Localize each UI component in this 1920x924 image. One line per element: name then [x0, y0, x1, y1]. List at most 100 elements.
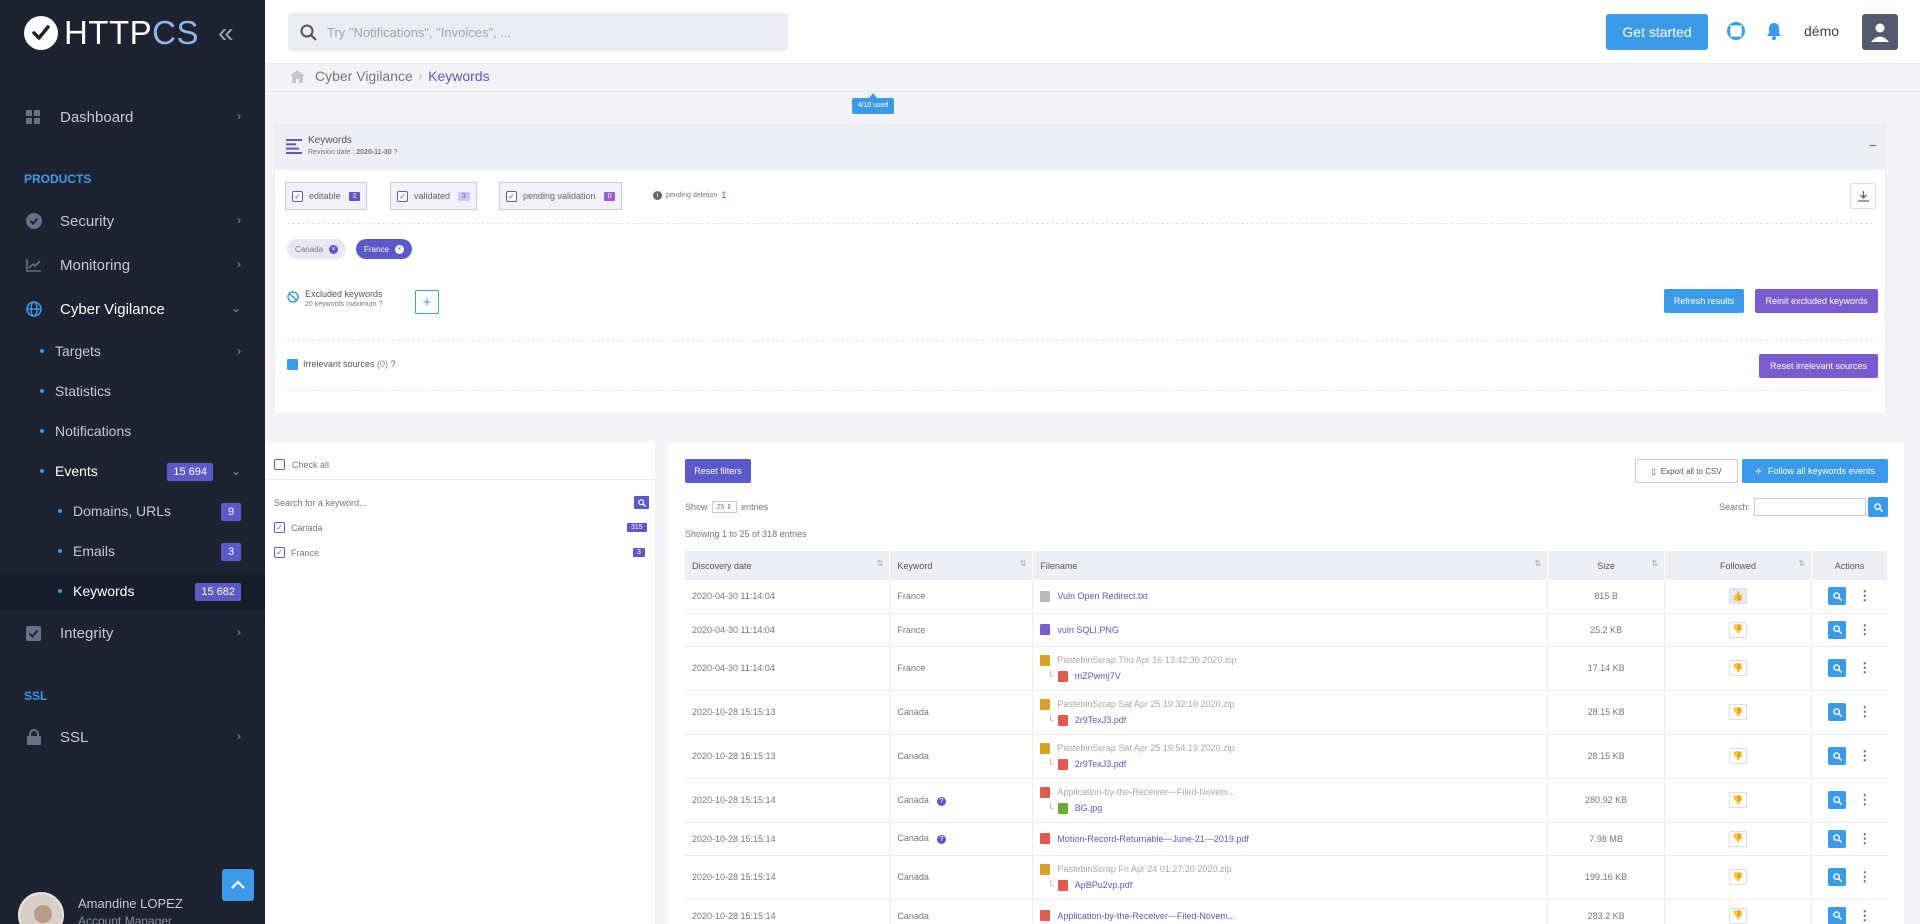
view-button[interactable] [1828, 659, 1847, 677]
table-row[interactable]: 2020-10-28 15:15:14 Canada? Application-by… [685, 778, 1888, 823]
more-icon[interactable]: ⋮ [1858, 792, 1871, 808]
sidebar-item-monitoring[interactable]: Monitoring › [0, 245, 265, 285]
keyword-filter-france[interactable]: ✓ France [274, 547, 319, 558]
page-size-select[interactable]: 25 ⇕ [711, 501, 738, 513]
bell-icon[interactable] [1766, 22, 1782, 43]
table-row[interactable]: 2020-10-28 15:15:13 Canada PastebinScrap S… [685, 690, 1888, 735]
view-button[interactable] [1828, 868, 1847, 886]
sidebar-item-dashboard[interactable]: Dashboard › [0, 97, 265, 137]
view-button[interactable] [1828, 829, 1847, 848]
scroll-top-button[interactable] [222, 869, 254, 901]
table-row[interactable]: 2020-10-28 15:15:14 Canada Application-by-… [685, 899, 1888, 924]
filename[interactable]: PastebinScrap Sat Apr 25 19:32:10 2020.z… [1057, 699, 1234, 709]
thumb-icon[interactable]: 👎 [1729, 660, 1748, 676]
reset-filters-button[interactable]: Reset filters [685, 459, 751, 483]
filename[interactable]: Motion-Record-Returnable---June-21---201… [1057, 834, 1249, 844]
filename[interactable]: PastebinScrap Fri Apr 24 01:27:20 2020.z… [1057, 864, 1231, 874]
sidebar-item-ssl[interactable]: SSL › [0, 717, 265, 757]
sidebar-item-keywords[interactable]: Keywords 15 682 [0, 573, 265, 609]
reset-irrelevant-button[interactable]: Reset irrelevant sources [1759, 354, 1878, 378]
cell-filename[interactable]: Motion-Record-Returnable---June-21---201… [1032, 822, 1549, 856]
thumb-icon[interactable]: 👎 [1729, 704, 1748, 720]
cell-filename[interactable]: PastebinScrap Fri Apr 24 01:27:20 2020.z… [1032, 855, 1549, 900]
thumb-icon[interactable]: 👎 [1729, 907, 1748, 924]
table-search-button[interactable] [1868, 497, 1888, 517]
keyword-search-button[interactable] [634, 496, 649, 509]
table-row[interactable]: 2020-04-30 11:14:04 France PastebinScrap T… [685, 646, 1888, 691]
filename[interactable]: vuln SQLI.PNG [1057, 625, 1119, 635]
archive-child[interactable]: └ BG.jpg [1047, 802, 1547, 814]
thumb-icon[interactable]: 👎 [1729, 869, 1748, 885]
top-user-name[interactable]: démo [1804, 23, 1839, 39]
help-icon[interactable]: ? [936, 835, 946, 844]
view-button[interactable] [1828, 906, 1847, 924]
help-icon[interactable]: ? [936, 796, 946, 806]
thumb-icon[interactable]: 👎 [1729, 621, 1748, 638]
filename[interactable]: Application-by-the-Receiver---Filed-Nove… [1057, 787, 1235, 797]
archive-child[interactable]: └ mZPwmj7V [1047, 670, 1547, 682]
more-icon[interactable]: ⋮ [1858, 908, 1871, 924]
more-icon[interactable]: ⋮ [1858, 660, 1871, 676]
add-excluded-button[interactable]: + [415, 290, 439, 314]
table-row[interactable]: 2020-10-28 15:15:14 Canada? Motion-Record-… [685, 822, 1888, 856]
view-button[interactable] [1828, 747, 1847, 765]
more-icon[interactable]: ⋮ [1858, 588, 1871, 604]
reinit-excluded-button[interactable]: Reinit excluded keywords [1755, 289, 1878, 313]
view-button[interactable] [1828, 703, 1847, 721]
export-csv-button[interactable]: ▯ Export all to CSV [1635, 459, 1738, 483]
get-started-button[interactable]: Get started [1606, 14, 1708, 50]
download-button[interactable] [1850, 183, 1876, 209]
tag-canada[interactable]: Canada × [287, 239, 347, 259]
double-chevron-left-icon[interactable]: « [218, 18, 234, 48]
more-icon[interactable]: ⋮ [1858, 748, 1871, 764]
table-search-input[interactable] [1754, 498, 1866, 516]
more-icon[interactable]: ⋮ [1858, 831, 1871, 847]
follow-all-button[interactable]: + Follow all keywords events [1742, 459, 1888, 483]
sidebar-item-events[interactable]: Events 15 694 ⌄ [0, 453, 265, 489]
filename[interactable]: PastebinScrap Thu Apr 16 13:42:30 2020.z… [1057, 655, 1236, 665]
sidebar-item-notifications[interactable]: Notifications [0, 413, 265, 449]
cell-filename[interactable]: PastebinScrap Thu Apr 16 13:42:30 2020.z… [1032, 646, 1549, 691]
user-avatar-button[interactable] [1862, 14, 1898, 50]
global-search[interactable] [288, 13, 788, 51]
table-row[interactable]: 2020-10-28 15:15:14 Canada PastebinScrap F… [685, 855, 1888, 900]
cell-filename[interactable]: Application-by-the-Receiver---Filed-Nove… [1032, 899, 1549, 924]
thumb-icon[interactable]: 👎 [1729, 748, 1748, 764]
more-icon[interactable]: ⋮ [1858, 869, 1871, 885]
tag-france[interactable]: France × [356, 239, 412, 259]
filter-pending-validation[interactable]: ✓ pending validation 0 [499, 182, 623, 210]
col-discovery-date[interactable]: Discovery date ⇅ [685, 551, 891, 580]
archive-child[interactable]: └ 2r9TexJ3.pdf [1047, 758, 1547, 770]
check-all[interactable]: Check all [274, 459, 329, 470]
breadcrumb-parent[interactable]: Cyber Vigilance [315, 68, 413, 84]
home-icon[interactable] [290, 69, 305, 83]
archive-child[interactable]: └ ApBPu2vp.pdf [1047, 879, 1547, 891]
col-size[interactable]: Size ⇅ [1547, 551, 1666, 580]
view-button[interactable] [1828, 587, 1847, 606]
logo[interactable]: HTTPCS [24, 14, 199, 52]
filename[interactable]: PastebinScrap Sat Apr 25 19:54:19 2020.z… [1057, 743, 1234, 753]
sidebar-item-cyber-vigilance[interactable]: Cyber Vigilance ⌄ [0, 289, 265, 329]
keywords-panel-header[interactable]: Keywords Revision date : 2020-11-30 ? − [275, 125, 1885, 170]
cell-filename[interactable]: PastebinScrap Sat Apr 25 19:54:19 2020.z… [1032, 734, 1549, 779]
sidebar-item-security[interactable]: Security › [0, 201, 265, 241]
keyword-search-input[interactable] [274, 498, 574, 508]
cell-filename[interactable]: Vuln Open Redirect.txt [1032, 580, 1549, 614]
thumb-icon[interactable]: 👎 [1729, 830, 1748, 847]
archive-child[interactable]: └ 2r9TexJ3.pdf [1047, 714, 1547, 726]
filter-editable[interactable]: ✓ editable 2 [285, 182, 368, 210]
sidebar-item-statistics[interactable]: Statistics [0, 373, 265, 409]
keyword-filter-canada[interactable]: ✓ Canada [274, 522, 323, 533]
table-row[interactable]: 2020-04-30 11:14:04 France Vuln Open Redir… [685, 580, 1888, 614]
sidebar-item-targets[interactable]: Targets › [0, 333, 265, 369]
col-followed[interactable]: Followed ⇅ [1664, 551, 1812, 580]
more-icon[interactable]: ⋮ [1858, 622, 1871, 638]
col-filename[interactable]: Filename ⇅ [1032, 551, 1549, 580]
sidebar-item-integrity[interactable]: Integrity › [0, 613, 265, 653]
cell-filename[interactable]: Application-by-the-Receiver---Filed-Nove… [1032, 778, 1549, 823]
collapse-icon[interactable]: − [1869, 137, 1877, 153]
table-row[interactable]: 2020-10-28 15:15:13 Canada PastebinScrap S… [685, 734, 1888, 779]
filename[interactable]: Application-by-the-Receiver---Filed-Nove… [1057, 911, 1235, 921]
filter-validated[interactable]: ✓ validated 3 [390, 182, 477, 210]
table-row[interactable]: 2020-04-30 11:14:04 France vuln SQLI.PNG 25… [685, 613, 1888, 647]
